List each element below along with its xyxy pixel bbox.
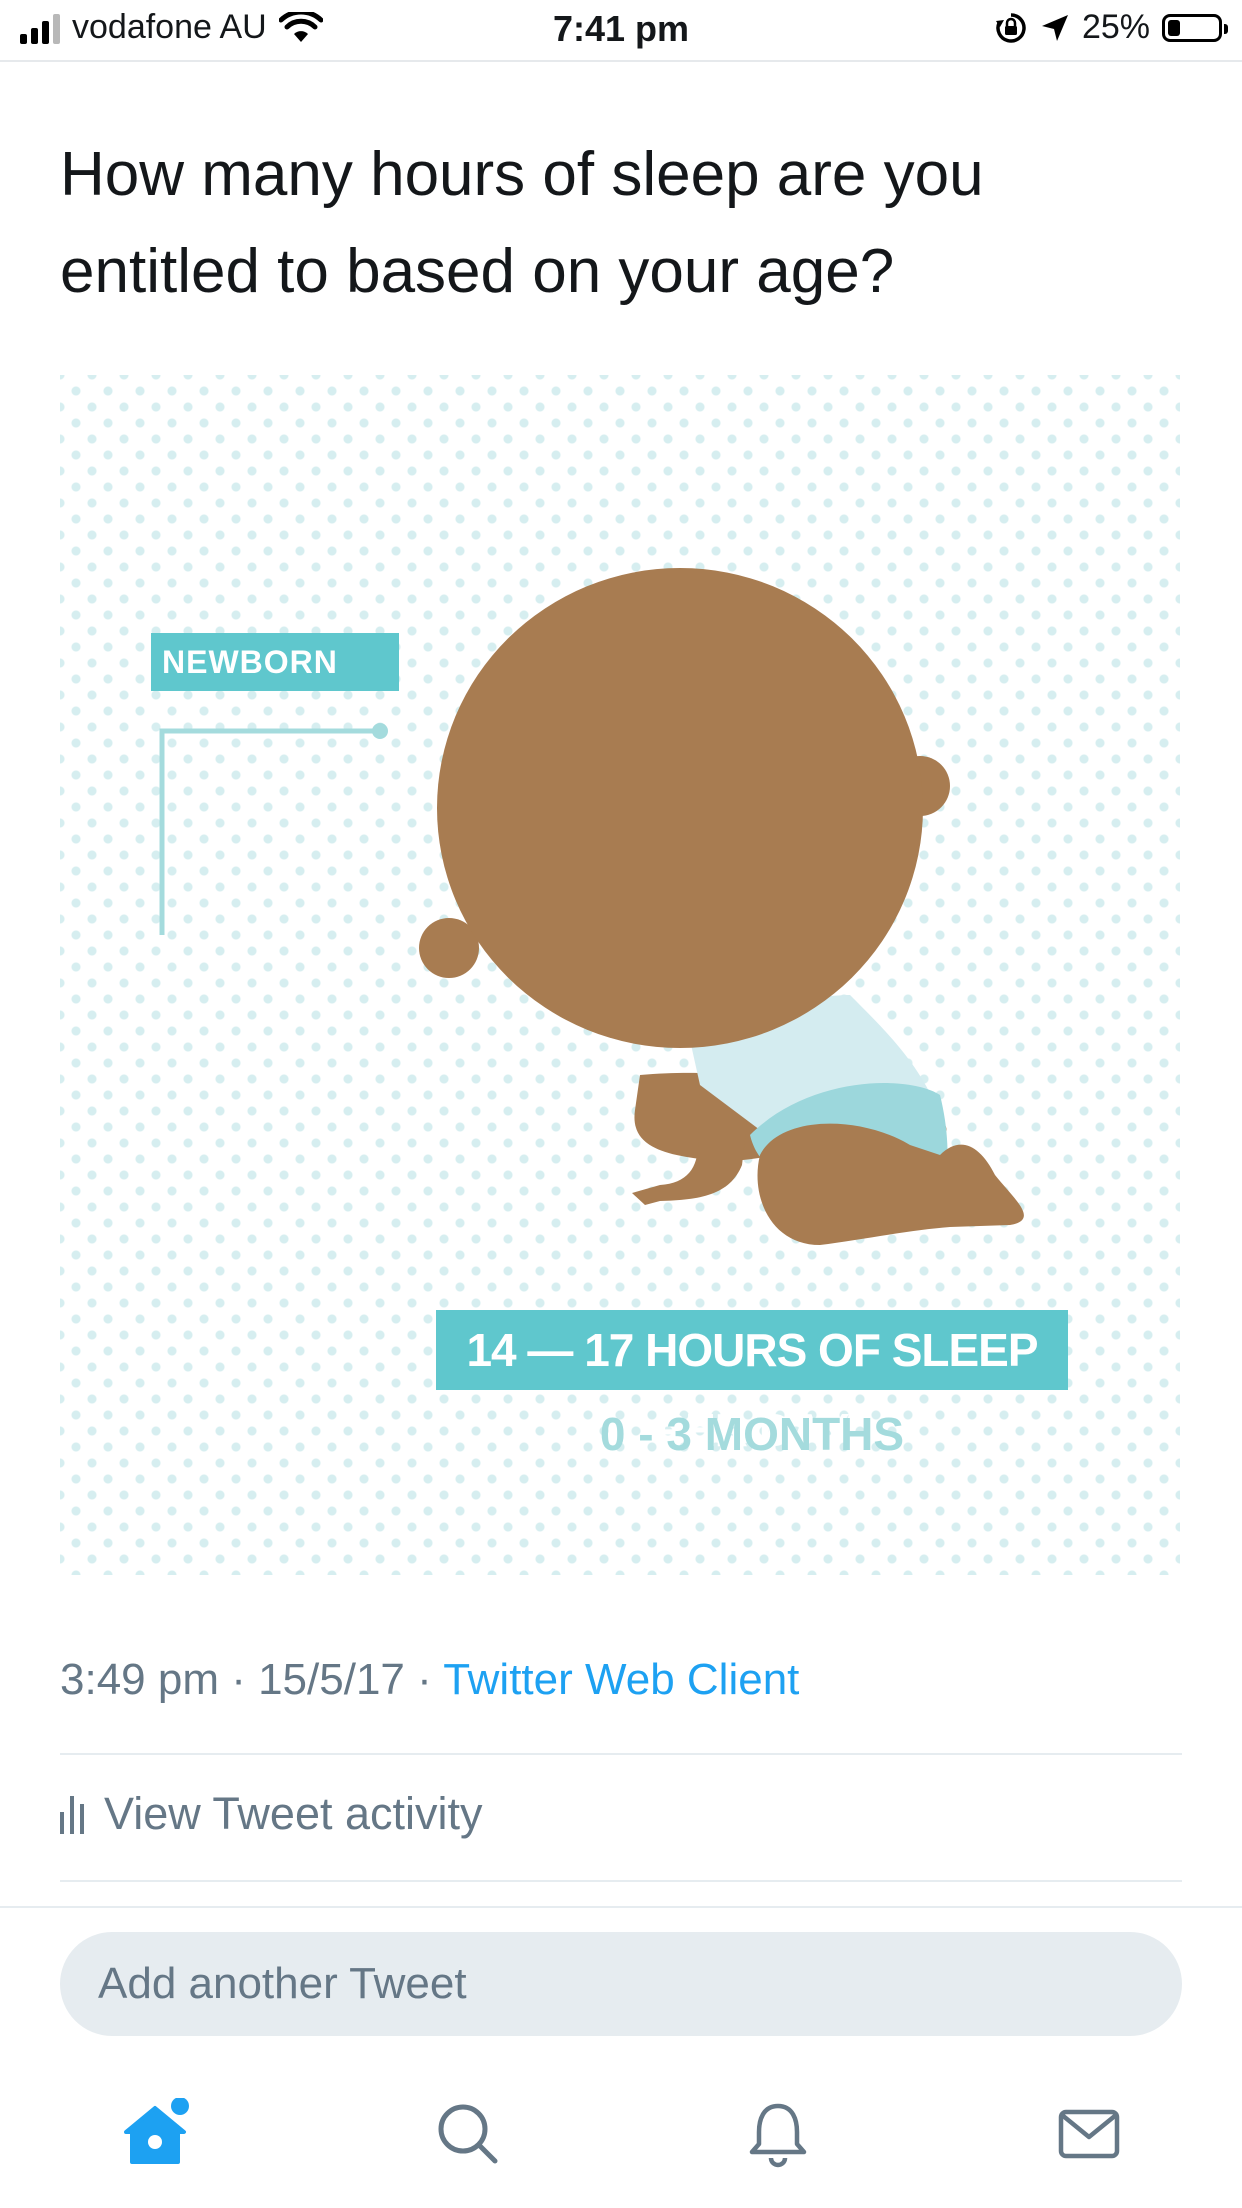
messages-icon[interactable] bbox=[1054, 2098, 1124, 2168]
battery-percent: 25% bbox=[1081, 8, 1150, 46]
hours-banner: 14 — 17 HOURS OF SLEEP PER DAY bbox=[436, 1310, 1068, 1456]
baby-illustration bbox=[159, 568, 1024, 1245]
notifications-icon[interactable] bbox=[743, 2098, 813, 2168]
tweet-media-image[interactable]: NEWBORN 14 — 17 HOURS OF SLEEP PER DAY 0… bbox=[60, 375, 1180, 1575]
analytics-icon bbox=[60, 1794, 84, 1834]
compose-divider bbox=[0, 1906, 1242, 1908]
tweet-text: How many hours of sleep are you entitled… bbox=[60, 140, 984, 306]
divider bbox=[60, 1880, 1182, 1882]
location-arrow-icon bbox=[1041, 14, 1068, 41]
tweet-source-link[interactable]: Twitter Web Client bbox=[443, 1655, 799, 1704]
tweet-timestamp: 3:49 pm · 15/5/17 · bbox=[60, 1655, 444, 1704]
tweet-timestamp-row: 3:49 pm · 15/5/17 · Twitter Web Client bbox=[60, 1655, 799, 1705]
status-bar: vodafone AU 7:41 pm 25% bbox=[0, 0, 1242, 62]
add-another-tweet-input[interactable]: Add another Tweet bbox=[60, 1932, 1182, 2036]
newborn-badge: NEWBORN bbox=[151, 633, 399, 691]
search-icon[interactable] bbox=[432, 2098, 502, 2168]
battery-icon bbox=[1162, 13, 1228, 42]
age-range-label: 0 - 3 MONTHS bbox=[599, 1408, 905, 1460]
view-tweet-activity-button[interactable]: View Tweet activity bbox=[60, 1788, 483, 1840]
home-icon[interactable] bbox=[120, 2098, 190, 2168]
divider bbox=[60, 1753, 1182, 1755]
orientation-lock-icon bbox=[995, 12, 1026, 43]
view-tweet-activity-label: View Tweet activity bbox=[104, 1788, 483, 1839]
status-right: 25% bbox=[994, 8, 1228, 47]
